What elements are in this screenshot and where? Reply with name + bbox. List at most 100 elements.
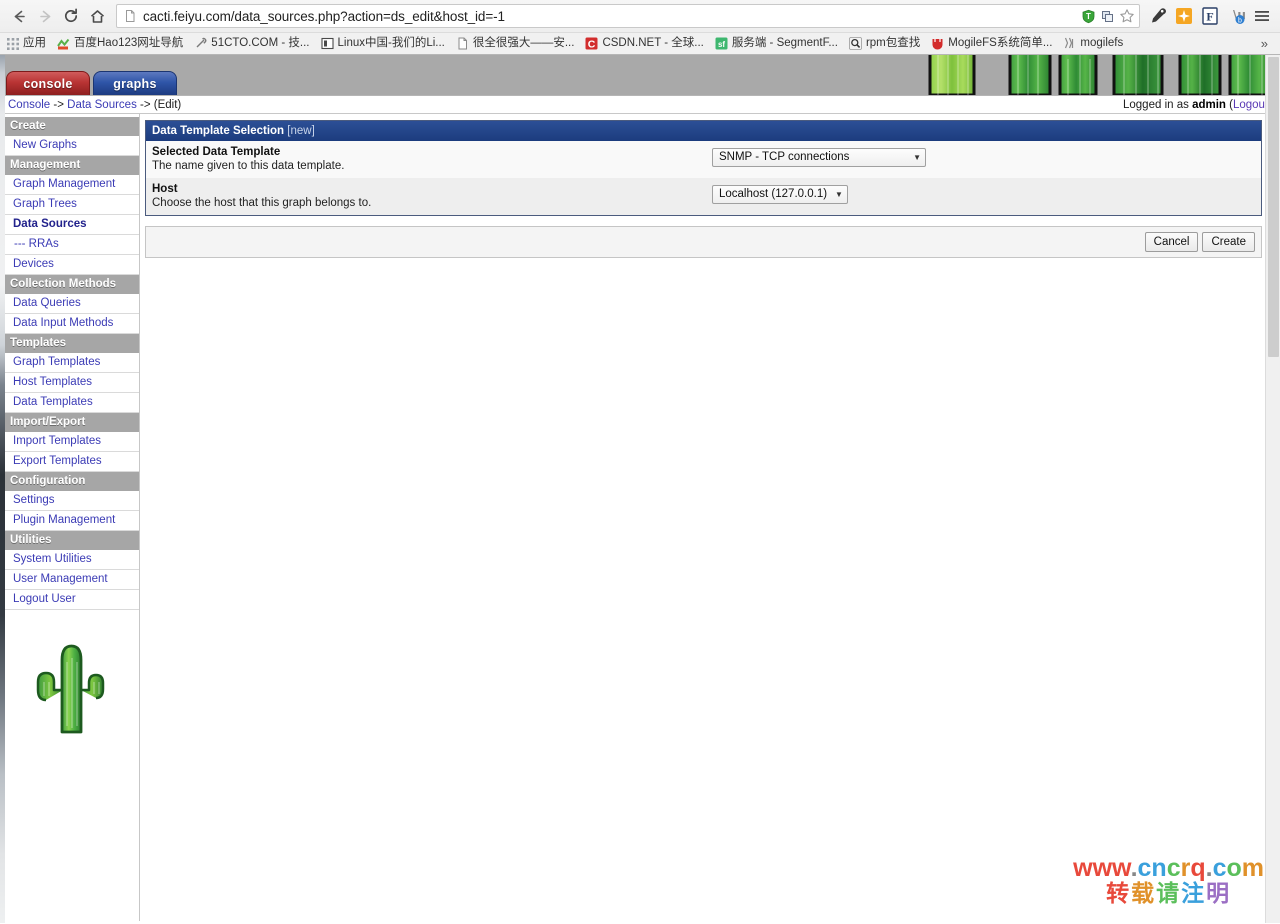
- field-label: Selected Data Template: [152, 146, 281, 158]
- menu-icon[interactable]: [1250, 4, 1274, 28]
- hao123-icon: [57, 37, 70, 50]
- scrollbar-thumb[interactable]: [1268, 57, 1279, 357]
- sidebar-item-rras[interactable]: --- RRAs: [5, 235, 139, 255]
- data-template-select-value: SNMP - TCP connections: [719, 151, 850, 163]
- bookmark-item-anquan[interactable]: 很全很强大——安...: [456, 37, 574, 50]
- bookmark-item-hao123[interactable]: 百度Hao123网址导航: [57, 37, 183, 50]
- csdn-icon: C: [585, 37, 598, 50]
- nav-group-configuration: Configuration Settings Plugin Management: [5, 472, 139, 531]
- sidebar-item-plugin-management[interactable]: Plugin Management: [5, 511, 139, 531]
- watermark-line-1: www.cncrq.com: [1073, 853, 1264, 882]
- sidebar-item-new-graphs[interactable]: New Graphs: [5, 136, 139, 156]
- sidebar-item-data-sources[interactable]: Data Sources: [5, 215, 139, 235]
- field-label: Host: [152, 183, 178, 195]
- sidebar-item-data-queries[interactable]: Data Queries: [5, 294, 139, 314]
- field-control: SNMP - TCP connections ▼: [712, 145, 1255, 167]
- bookmark-item-csdn[interactable]: C CSDN.NET - 全球...: [585, 37, 704, 50]
- bookmark-item-apps[interactable]: 应用: [6, 37, 46, 50]
- translate-icon[interactable]: \u67e5b: [1224, 4, 1248, 28]
- f-icon[interactable]: F: [1198, 4, 1222, 28]
- sidebar-item-data-input-methods[interactable]: Data Input Methods: [5, 314, 139, 334]
- nav-group-create: Create New Graphs: [5, 117, 139, 156]
- logout-link[interactable]: Logout: [1233, 99, 1268, 111]
- svg-text:C: C: [588, 38, 596, 50]
- breadcrumb: Console -> Data Sources -> (Edit): [8, 99, 181, 111]
- cacti-header: console graphs: [0, 55, 1280, 95]
- nav-heading-management: Management: [5, 156, 139, 175]
- search-icon: [849, 37, 862, 50]
- bookmark-label: Linux中国-我们的Li...: [337, 37, 445, 49]
- sidebar-item-devices[interactable]: Devices: [5, 255, 139, 275]
- watermark: www.cncrq.com 转载请注明: [1073, 853, 1264, 906]
- data-template-selection-panel: Data Template Selection [new] Selected D…: [145, 120, 1262, 216]
- field-control: Localhost (127.0.0.1) ▼: [712, 182, 1255, 204]
- bookmark-item-rpm-search[interactable]: rpm包查找: [849, 37, 920, 50]
- sidebar-item-system-utilities[interactable]: System Utilities: [5, 550, 139, 570]
- page-viewport: console graphs Console -> Data Sources -…: [0, 55, 1280, 923]
- bookmark-item-mogilefs-intro[interactable]: MogileFS系统简单...: [931, 37, 1052, 50]
- form-button-bar: Cancel Create: [145, 226, 1262, 258]
- chevron-down-icon: ▼: [835, 189, 843, 199]
- nav-group-import-export: Import/Export Import Templates Export Te…: [5, 413, 139, 472]
- create-button[interactable]: Create: [1202, 232, 1255, 252]
- host-select[interactable]: Localhost (127.0.0.1) ▼: [712, 184, 848, 204]
- bookmark-item-mogilefs[interactable]: mogilefs: [1063, 37, 1123, 50]
- cancel-button[interactable]: Cancel: [1144, 232, 1199, 252]
- pen-icon[interactable]: [1146, 4, 1170, 28]
- bookmark-item-segmentfault[interactable]: sf 服务端 - SegmentF...: [715, 37, 838, 50]
- copy-icon[interactable]: [1099, 8, 1116, 25]
- sidebar-item-graph-trees[interactable]: Graph Trees: [5, 195, 139, 215]
- breadcrumb-current: (Edit): [153, 98, 182, 111]
- field-row-selected-data-template: Selected Data Template The name given to…: [146, 141, 1261, 178]
- svg-text:b: b: [1238, 18, 1242, 25]
- sun-icon[interactable]: [1172, 4, 1196, 28]
- breadcrumb-data-sources-link[interactable]: Data Sources: [67, 99, 137, 111]
- sidebar-item-logout-user[interactable]: Logout User: [5, 590, 139, 610]
- breadcrumb-console-link[interactable]: Console: [8, 99, 50, 111]
- tab-graphs-label: graphs: [113, 76, 157, 91]
- shield-icon[interactable]: T: [1080, 8, 1097, 25]
- bookmark-item-linuxcn[interactable]: Linux中国-我们的Li...: [320, 37, 445, 50]
- page-icon: [456, 37, 469, 50]
- sidebar-item-host-templates[interactable]: Host Templates: [5, 373, 139, 393]
- window-left-edge: [0, 55, 5, 923]
- nav-heading-utilities: Utilities: [5, 531, 139, 550]
- nav-heading-collection-methods: Collection Methods: [5, 275, 139, 294]
- breadcrumb-separator-1: ->: [50, 98, 68, 111]
- sidebar-item-graph-templates[interactable]: Graph Templates: [5, 353, 139, 373]
- page-scrollbar[interactable]: [1265, 55, 1280, 923]
- apps-grid-icon: [6, 37, 19, 50]
- nav-group-management: Management Graph Management Graph Trees …: [5, 156, 139, 275]
- address-bar-url: cacti.feiyu.com/data_sources.php?action=…: [143, 8, 505, 24]
- sidebar-item-data-templates[interactable]: Data Templates: [5, 393, 139, 413]
- watermark-line-2: 转载请注明: [1106, 879, 1232, 906]
- breadcrumb-separator-2: ->: [136, 98, 154, 111]
- bookmark-label: 服务端 - SegmentF...: [731, 37, 838, 49]
- home-icon[interactable]: [84, 3, 110, 29]
- sidebar-item-user-management[interactable]: User Management: [5, 570, 139, 590]
- tab-graphs[interactable]: graphs: [93, 71, 177, 95]
- reload-icon[interactable]: [58, 3, 84, 29]
- bookmarks-overflow-button[interactable]: »: [1261, 36, 1274, 51]
- nav-heading-templates: Templates: [5, 334, 139, 353]
- field-description: Choose the host that this graph belongs …: [152, 197, 372, 209]
- sidebar-item-settings[interactable]: Settings: [5, 491, 139, 511]
- address-bar[interactable]: cacti.feiyu.com/data_sources.php?action=…: [116, 4, 1140, 28]
- svg-text:T: T: [1086, 12, 1091, 21]
- bookmark-label: 51CTO.COM - 技...: [211, 37, 310, 49]
- sidebar-item-import-templates[interactable]: Import Templates: [5, 432, 139, 452]
- bookmark-label: 百度Hao123网址导航: [74, 37, 184, 49]
- tab-console[interactable]: console: [6, 71, 90, 95]
- field-labels: Selected Data Template The name given to…: [152, 145, 712, 173]
- book-icon: [320, 37, 334, 50]
- bookmark-item-51cto[interactable]: 51CTO.COM - 技...: [194, 37, 310, 50]
- back-arrow-icon[interactable]: [6, 3, 32, 29]
- star-icon[interactable]: [1118, 8, 1135, 25]
- host-select-value: Localhost (127.0.0.1): [719, 188, 828, 200]
- sidebar-item-graph-management[interactable]: Graph Management: [5, 175, 139, 195]
- bookmark-label: CSDN.NET - 全球...: [602, 37, 704, 49]
- bookmark-label: 应用: [23, 37, 46, 49]
- data-template-select[interactable]: SNMP - TCP connections ▼: [712, 147, 926, 167]
- nav-heading-create: Create: [5, 117, 139, 136]
- sidebar-item-export-templates[interactable]: Export Templates: [5, 452, 139, 472]
